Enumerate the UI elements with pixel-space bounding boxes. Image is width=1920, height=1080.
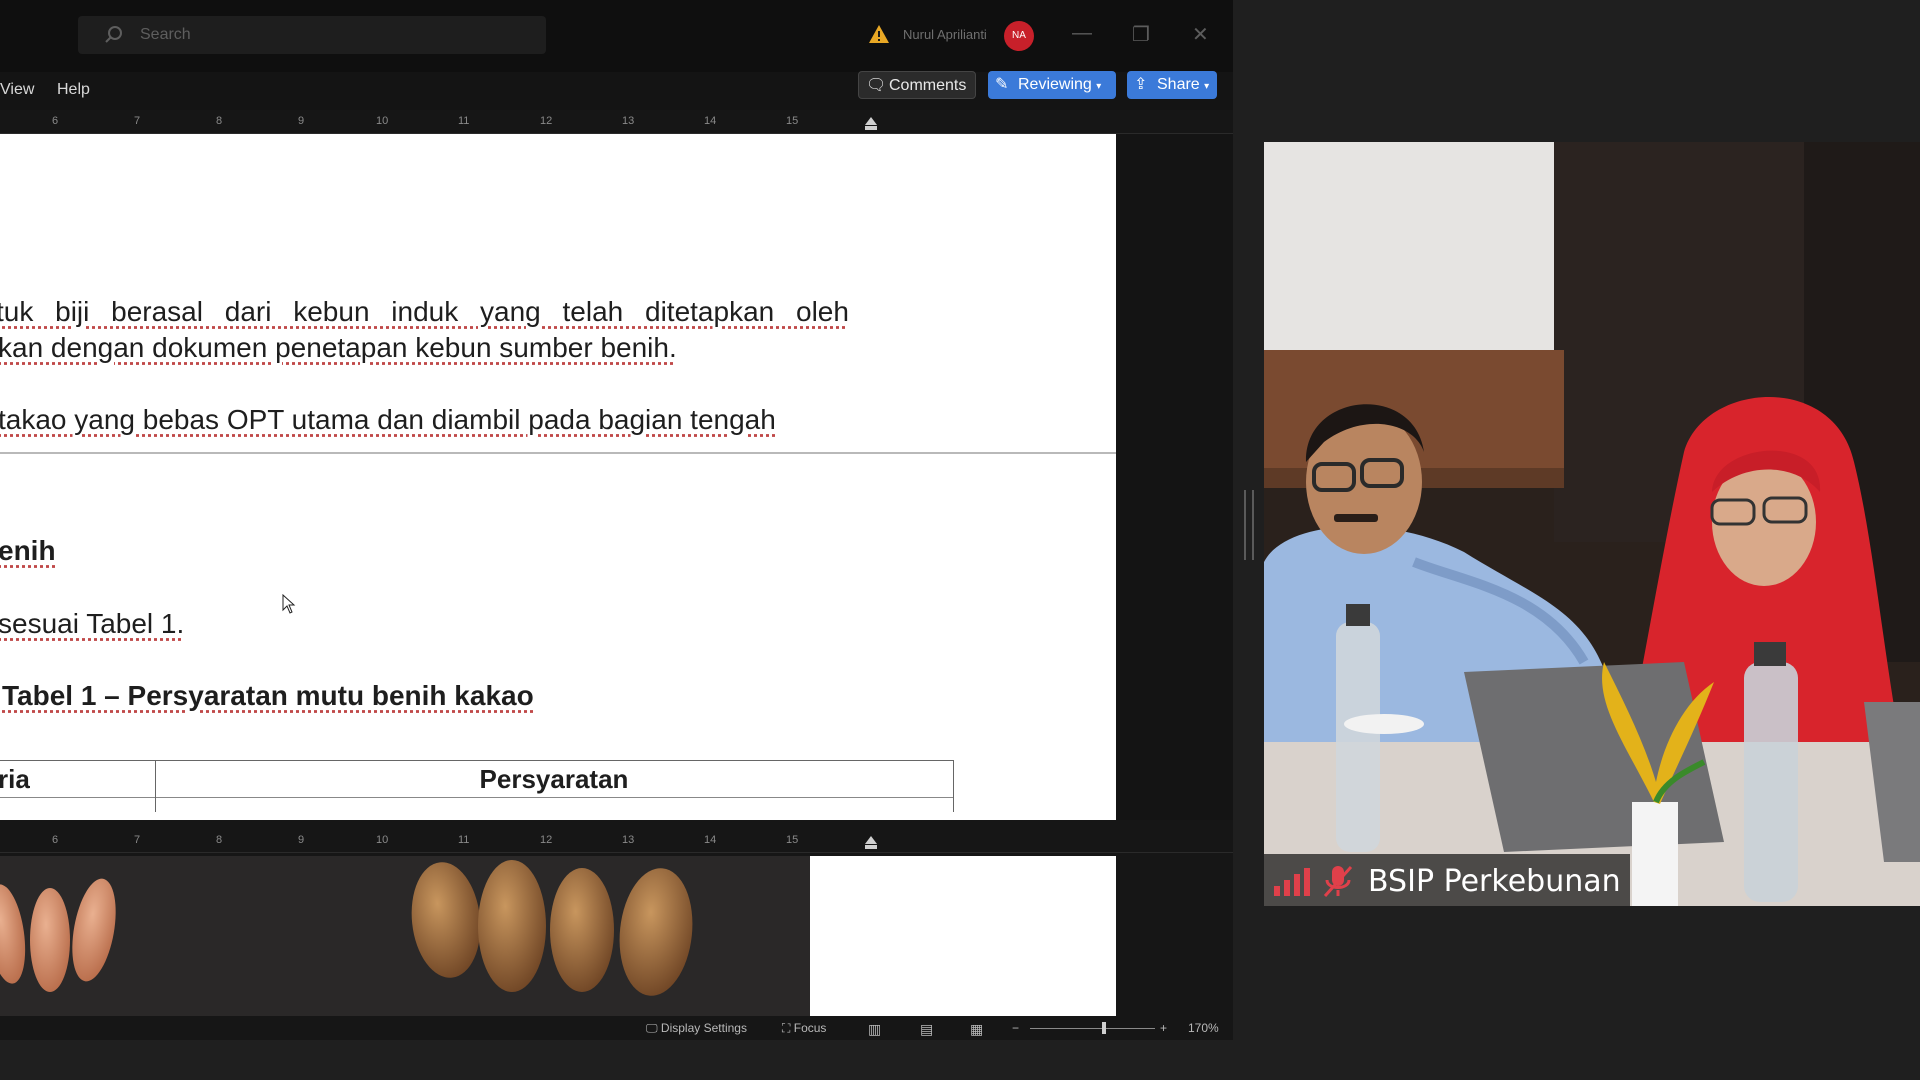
menu-help[interactable]: Help <box>57 81 90 99</box>
pen-icon: ✎ <box>995 76 1009 93</box>
table-header-cell[interactable]: Persyaratan <box>156 764 952 795</box>
search-icon <box>105 26 122 43</box>
zoom-slider-thumb[interactable] <box>1102 1022 1106 1034</box>
chevron-down-icon: ▾ <box>1204 81 1210 92</box>
warning-icon[interactable] <box>868 24 890 44</box>
monitor-icon: 🖵 <box>646 1021 658 1035</box>
menu-view[interactable]: View <box>0 81 34 99</box>
document-area[interactable]: tuk biji berasal dari kebun induk yang t… <box>0 134 1233 820</box>
minimize-icon[interactable]: — <box>1072 22 1092 45</box>
comments-label: Comments <box>889 77 967 94</box>
search-placeholder: Search <box>140 26 191 43</box>
participant-name-bar: BSIP Perkebunan <box>1264 854 1630 906</box>
avatar[interactable]: NA <box>1004 21 1034 51</box>
cocoa-seeds-image[interactable] <box>0 856 810 1016</box>
word-window: Search Nurul Aprilianti NA — ❐ ✕ View He… <box>0 0 1233 1040</box>
chevron-down-icon: ▾ <box>1096 81 1102 92</box>
ruler-number: 9 <box>298 115 305 127</box>
indent-marker-icon[interactable] <box>864 117 878 131</box>
table-caption[interactable]: Tabel 1 – Persyaratan mutu benih kakao <box>2 680 534 712</box>
zoom-level[interactable]: 170% <box>1188 1021 1219 1035</box>
zoom-slider[interactable] <box>1030 1028 1155 1029</box>
ruler-number: 12 <box>540 115 553 127</box>
display-settings-label: Display Settings <box>660 1021 747 1035</box>
requirements-table[interactable]: ria Persyaratan <box>0 760 954 812</box>
comments-button[interactable]: 🗨 Comments <box>858 71 976 99</box>
share-label: Share <box>1157 76 1200 93</box>
table-header-cell[interactable]: ria <box>0 764 30 795</box>
comment-icon: 🗨 <box>866 77 887 94</box>
participant-video-tile[interactable]: BSIP Perkebunan <box>1264 142 1920 906</box>
signal-strength-icon <box>1274 868 1310 896</box>
ruler-number: 7 <box>134 834 141 846</box>
close-icon[interactable]: ✕ <box>1192 22 1209 47</box>
ruler-number: 12 <box>540 834 553 846</box>
indent-marker-icon[interactable] <box>864 836 878 850</box>
focus-icon: ⛶ <box>782 1021 791 1035</box>
ruler-number: 7 <box>134 115 141 127</box>
section-heading[interactable]: enih <box>0 535 56 567</box>
ruler-number: 15 <box>786 834 799 846</box>
document-page[interactable] <box>810 856 1116 1016</box>
participant-name: BSIP Perkebunan <box>1368 864 1621 899</box>
ruler-number: 11 <box>458 834 470 846</box>
ruler-number: 6 <box>52 834 59 846</box>
doc-line[interactable]: tuk biji berasal dari kebun induk yang t… <box>0 296 849 328</box>
read-mode-icon[interactable]: ▥ <box>868 1021 881 1038</box>
ruler-number: 11 <box>458 115 470 127</box>
print-layout-icon[interactable]: ▤ <box>920 1021 933 1038</box>
ruler-number: 9 <box>298 834 305 846</box>
document-page[interactable]: tuk biji berasal dari kebun induk yang t… <box>0 134 1116 454</box>
reviewing-label: Reviewing <box>1018 76 1092 93</box>
restore-icon[interactable]: ❐ <box>1132 22 1150 47</box>
title-bar: Search Nurul Aprilianti NA — ❐ ✕ <box>0 0 1233 72</box>
reviewing-button[interactable]: ✎ Reviewing ▾ <box>988 71 1116 99</box>
web-layout-icon[interactable]: ▦ <box>970 1021 983 1038</box>
zoom-out-button[interactable]: − <box>1012 1021 1019 1035</box>
cocoa-seeds-picture <box>0 860 693 996</box>
ruler-number: 14 <box>704 115 717 127</box>
doc-line[interactable]: sesuai Tabel 1. <box>0 608 184 640</box>
mouse-cursor-icon <box>282 594 296 614</box>
ruler-number: 10 <box>376 115 389 127</box>
ruler-number: 8 <box>216 115 223 127</box>
horizontal-ruler-lower[interactable]: 6 7 8 9 10 11 12 13 14 15 <box>0 830 1233 853</box>
focus-label: Focus <box>793 1021 827 1035</box>
ruler-number: 13 <box>622 834 635 846</box>
share-icon: ⇪ <box>1134 76 1148 93</box>
display-settings-button[interactable]: 🖵 Display Settings <box>646 1021 747 1036</box>
ruler-number: 15 <box>786 115 799 127</box>
account-name[interactable]: Nurul Aprilianti <box>903 27 987 42</box>
participant-video-feed <box>1264 142 1920 906</box>
ruler-number: 14 <box>704 834 717 846</box>
table-divider <box>953 796 954 812</box>
search-box[interactable]: Search <box>78 16 546 54</box>
zoom-in-button[interactable]: + <box>1160 1021 1167 1035</box>
mic-muted-icon <box>1323 865 1353 898</box>
focus-button[interactable]: ⛶ Focus <box>782 1021 826 1036</box>
status-bar: 🖵 Display Settings ⛶ Focus ▥ ▤ ▦ − + 170… <box>0 1016 1233 1040</box>
doc-line[interactable]: kan dengan dokumen penetapan kebun sumbe… <box>0 332 677 364</box>
panel-resize-handle[interactable] <box>1244 490 1254 560</box>
ruler-number: 13 <box>622 115 635 127</box>
share-button[interactable]: ⇪ Share ▾ <box>1127 71 1217 99</box>
horizontal-ruler[interactable]: 6 7 8 9 10 11 12 13 14 15 <box>0 111 1233 134</box>
ruler-number: 6 <box>52 115 59 127</box>
ruler-number: 8 <box>216 834 223 846</box>
doc-line[interactable]: takao yang bebas OPT utama dan diambil p… <box>0 404 776 436</box>
ruler-number: 10 <box>376 834 389 846</box>
